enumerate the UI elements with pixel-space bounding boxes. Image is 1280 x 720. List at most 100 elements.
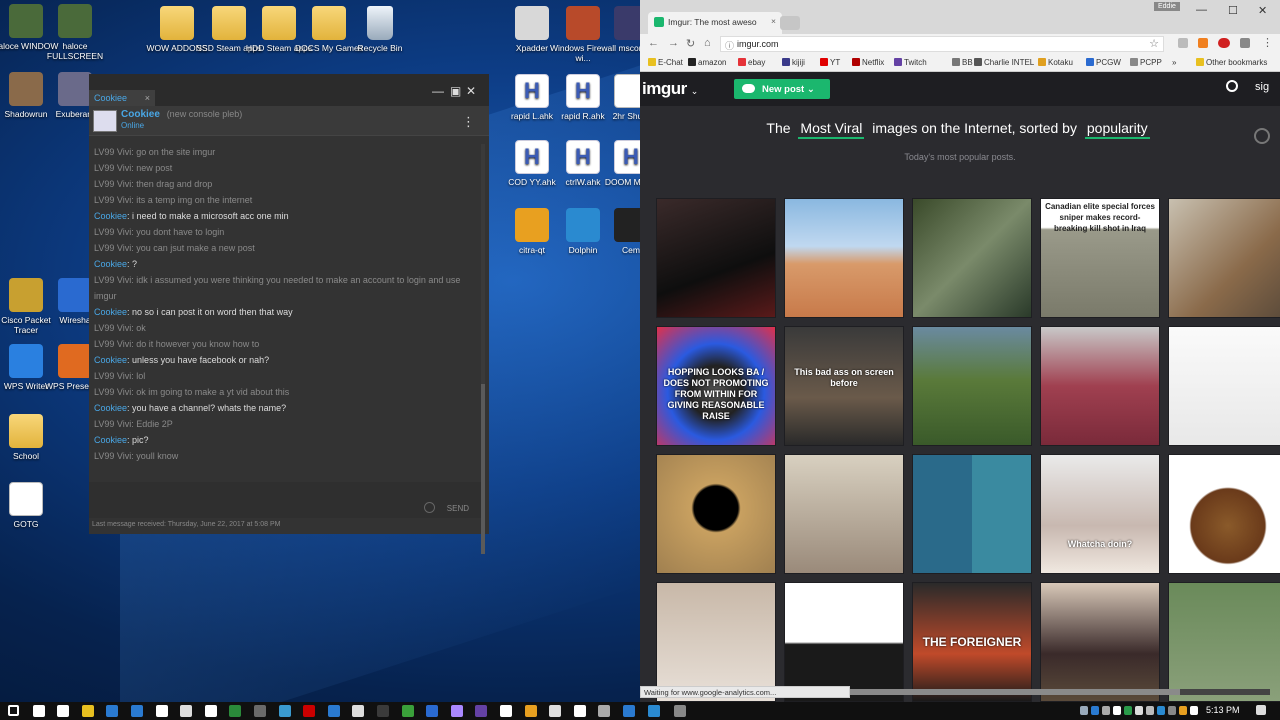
search-icon[interactable]: [1226, 80, 1238, 92]
chat-titlebar[interactable]: Cookiee × — ▣ ✕: [89, 74, 489, 106]
forward-icon[interactable]: →: [668, 37, 679, 49]
tray-icon[interactable]: [1113, 706, 1121, 715]
tray-icon[interactable]: [1080, 706, 1088, 715]
desktop-icon[interactable]: haloce FULLSCREEN: [40, 4, 110, 61]
message-input[interactable]: [89, 482, 481, 518]
bookmark-item[interactable]: PCGW: [1086, 58, 1121, 67]
browser-tab-imgur[interactable]: Imgur: The most aweso ×: [648, 12, 782, 34]
browser-minimize-button[interactable]: —: [1196, 4, 1207, 16]
imgur-logo[interactable]: imgur ⌄: [642, 79, 698, 99]
taskbar-app-icon[interactable]: [57, 705, 70, 717]
back-icon[interactable]: ←: [648, 37, 659, 49]
desktop-icon[interactable]: GOTG: [0, 482, 61, 529]
time-filter-icon[interactable]: [1254, 128, 1270, 144]
taskbar-app-icon[interactable]: [32, 705, 45, 717]
image-thumbnail[interactable]: [1168, 326, 1280, 446]
image-thumbnail[interactable]: [784, 198, 904, 318]
bookmark-item[interactable]: Charlie INTEL: [974, 58, 1034, 67]
scroll-thumb[interactable]: [850, 689, 1180, 695]
taskbar-app-icon[interactable]: [131, 705, 143, 717]
image-thumbnail[interactable]: [1040, 582, 1160, 702]
chevron-down-icon[interactable]: ⌄: [691, 86, 699, 96]
bookmark-item[interactable]: PCPP: [1130, 58, 1162, 67]
bookmark-item[interactable]: E-Chat: [648, 58, 683, 67]
tray-icon[interactable]: [1179, 706, 1187, 715]
image-thumbnail[interactable]: [656, 582, 776, 702]
image-thumbnail[interactable]: This bad ass on screen before: [784, 326, 904, 446]
sign-in-link[interactable]: sig: [1255, 81, 1269, 93]
close-button[interactable]: ✕: [466, 84, 476, 98]
taskbar-app-icon[interactable]: [180, 705, 193, 717]
avatar[interactable]: [93, 110, 117, 132]
image-thumbnail[interactable]: [1168, 198, 1280, 318]
taskbar-app-icon[interactable]: [204, 705, 217, 717]
tray-icon[interactable]: [1168, 706, 1176, 715]
home-icon[interactable]: ⌂: [704, 37, 711, 49]
extension-icon[interactable]: [1240, 38, 1250, 48]
bookmark-star-icon[interactable]: ☆: [1149, 37, 1159, 50]
profile-badge[interactable]: Eddie: [1154, 2, 1180, 11]
tray-icon[interactable]: [1146, 706, 1154, 715]
bookmark-item[interactable]: Other bookmarks: [1196, 58, 1267, 67]
taskbar-app-icon[interactable]: [155, 705, 168, 717]
image-thumbnail[interactable]: [1040, 326, 1160, 446]
taskbar-app-icon[interactable]: [623, 705, 635, 717]
taskbar-app-icon[interactable]: [278, 705, 291, 717]
taskbar-active-app-icon[interactable]: [674, 705, 686, 717]
image-thumbnail[interactable]: [656, 454, 776, 574]
taskbar-app-icon[interactable]: [81, 705, 94, 717]
desktop-icon[interactable]: Recycle Bin: [345, 6, 415, 53]
image-thumbnail[interactable]: [912, 326, 1032, 446]
image-thumbnail[interactable]: HOPPING LOOKS BA / DOES NOT PROMOTING FR…: [656, 326, 776, 446]
adblock-extension-icon[interactable]: [1218, 38, 1230, 48]
sort-popularity-link[interactable]: popularity: [1084, 120, 1150, 139]
image-thumbnail[interactable]: [912, 198, 1032, 318]
tray-icon[interactable]: [1124, 706, 1132, 715]
tray-icon[interactable]: [1102, 706, 1110, 715]
chat-tab[interactable]: Cookiee ×: [89, 90, 155, 106]
browser-close-button[interactable]: ✕: [1258, 4, 1267, 17]
sort-viral-link[interactable]: Most Viral: [798, 120, 865, 139]
page-info-icon[interactable]: ⓘ: [725, 39, 734, 52]
image-thumbnail[interactable]: Canadian elite special forces sniper mak…: [1040, 198, 1160, 318]
bookmark-item[interactable]: kijiji: [782, 58, 805, 67]
taskbar-app-icon[interactable]: [377, 705, 389, 717]
notification-icon[interactable]: [1256, 705, 1266, 715]
browser-menu-icon[interactable]: ⋮: [1262, 36, 1273, 49]
taskbar-app-icon[interactable]: [229, 705, 242, 717]
taskbar-app-icon[interactable]: [254, 705, 266, 717]
image-thumbnail[interactable]: [1168, 454, 1280, 574]
taskbar-app-icon[interactable]: [524, 705, 537, 717]
image-thumbnail[interactable]: [656, 198, 776, 318]
rss-extension-icon[interactable]: [1198, 38, 1208, 48]
image-thumbnail[interactable]: [1168, 582, 1280, 702]
desktop-icon[interactable]: School: [0, 414, 61, 461]
new-post-button[interactable]: New post ⌄: [734, 79, 830, 99]
start-icon[interactable]: [8, 705, 19, 716]
taskbar-app-icon[interactable]: [303, 705, 316, 717]
tray-icon[interactable]: [1157, 706, 1165, 715]
address-bar[interactable]: ⓘ imgur.com ☆: [720, 36, 1164, 52]
taskbar-active-app-icon[interactable]: [648, 705, 660, 717]
taskbar-app-icon[interactable]: [549, 705, 562, 717]
taskbar-app-icon[interactable]: [327, 705, 340, 717]
taskbar-app-icon[interactable]: [450, 705, 463, 717]
taskbar-app-icon[interactable]: [573, 705, 586, 717]
tray-icon[interactable]: [1190, 706, 1198, 715]
bookmark-item[interactable]: Kotaku: [1038, 58, 1073, 67]
image-thumbnail[interactable]: THE FOREIGNER: [912, 582, 1032, 702]
close-tab-icon[interactable]: ×: [145, 93, 150, 103]
browser-maximize-button[interactable]: ☐: [1228, 4, 1238, 17]
image-thumbnail[interactable]: [784, 454, 904, 574]
bookmark-item[interactable]: ebay: [738, 58, 765, 67]
new-tab-button[interactable]: [780, 16, 800, 30]
bookmark-item[interactable]: BB: [952, 58, 973, 67]
taskbar-app-icon[interactable]: [475, 705, 488, 717]
image-thumbnail[interactable]: [784, 582, 904, 702]
taskbar-app-icon[interactable]: [500, 705, 512, 717]
taskbar-app-icon[interactable]: [401, 705, 414, 717]
more-options-icon[interactable]: ⋮: [462, 114, 475, 130]
bookmark-item[interactable]: amazon: [688, 58, 726, 67]
taskbar-clock[interactable]: 5:13 PM: [1206, 705, 1240, 715]
minimize-button[interactable]: —: [432, 84, 444, 98]
